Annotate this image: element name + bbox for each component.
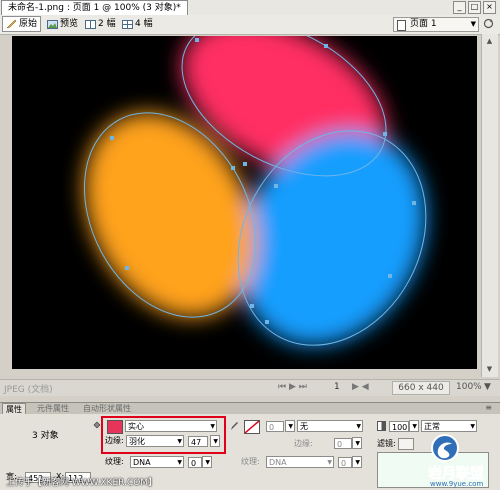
stroke-type-value: 无 bbox=[300, 422, 308, 431]
pencil-icon bbox=[6, 19, 17, 28]
stroke-edge-label: 边缘: bbox=[294, 439, 313, 448]
opacity-icon bbox=[377, 421, 386, 431]
zoom-level[interactable]: 100% bbox=[456, 382, 482, 392]
view-preview-label: 预览 bbox=[60, 19, 79, 29]
stroke-texture-value: DNA bbox=[269, 458, 287, 467]
watermark-logo-url: www.9yue.com bbox=[430, 480, 483, 488]
stroke-texture-select[interactable]: DNA ▼ bbox=[266, 456, 334, 468]
zoom-chevron-icon[interactable]: ▼ bbox=[484, 382, 491, 392]
page-icon bbox=[397, 20, 406, 31]
tab-properties-label: 属性 bbox=[6, 405, 22, 414]
maximize-button[interactable]: □ bbox=[468, 1, 481, 14]
fill-bucket-icon bbox=[93, 421, 101, 429]
texture-label: 纹理: bbox=[105, 457, 124, 466]
no-stroke-icon bbox=[245, 421, 259, 433]
view-original-label: 原始 bbox=[19, 19, 38, 29]
texture-select[interactable]: DNA ▼ bbox=[130, 456, 184, 468]
playback-controls[interactable]: ⏮ ▶ ⏭ bbox=[278, 382, 307, 392]
view-4up-button[interactable]: 4 幅 bbox=[119, 17, 156, 31]
texture-amount-field[interactable]: 0 bbox=[188, 457, 202, 468]
add-filter-button[interactable] bbox=[398, 438, 414, 450]
refresh-icon[interactable] bbox=[483, 18, 494, 29]
title-bar: 未命名-1.png : 页面 1 @ 100% (3 对象)* _ □ × bbox=[0, 0, 500, 16]
stroke-texture-amount-button[interactable]: ▼ bbox=[352, 456, 362, 468]
document-tab[interactable]: 未命名-1.png : 页面 1 @ 100% (3 对象)* bbox=[1, 0, 188, 16]
panel-menu-icon[interactable]: ≡ bbox=[485, 403, 492, 412]
opacity-field[interactable]: 100 bbox=[389, 421, 409, 432]
stroke-texture-amount-field[interactable]: 0 bbox=[338, 457, 352, 468]
view-2up-button[interactable]: 2 幅 bbox=[82, 17, 119, 31]
view-original-button[interactable]: 原始 bbox=[2, 16, 42, 32]
scroll-up-icon[interactable]: ▲ bbox=[484, 36, 495, 47]
preview-icon bbox=[47, 19, 58, 29]
blend-mode-value: 正常 bbox=[424, 422, 440, 431]
export-format-label: JPEG (文档) bbox=[4, 385, 53, 395]
vertical-scrollbar[interactable]: ▲ ▼ bbox=[481, 34, 498, 377]
stroke-edge-button[interactable]: ▼ bbox=[352, 437, 362, 449]
opacity-button[interactable]: ▼ bbox=[409, 420, 419, 432]
artwork bbox=[83, 36, 427, 346]
blend-mode-select[interactable]: 正常 ▼ bbox=[421, 420, 477, 432]
filters-label: 滤镜: bbox=[377, 439, 396, 448]
two-up-icon bbox=[85, 19, 96, 29]
texture-amount-button[interactable]: ▼ bbox=[202, 456, 212, 468]
stroke-color-swatch[interactable] bbox=[244, 420, 260, 434]
minimize-button[interactable]: _ bbox=[453, 1, 466, 14]
status-bar: JPEG (文档) ⏮ ▶ ⏭ 1 ▶ ◀ 660 x 440 100% ▼ bbox=[0, 379, 500, 396]
stroke-pencil-icon bbox=[231, 422, 238, 430]
document-canvas[interactable] bbox=[12, 36, 477, 369]
watermark-logo: 岩月联盟 www.9yue.com bbox=[427, 434, 484, 488]
page-nav[interactable]: ▶ ◀ bbox=[352, 382, 369, 392]
chevron-down-icon: ▼ bbox=[470, 20, 476, 28]
texture-value: DNA bbox=[133, 458, 151, 467]
view-preview-button[interactable]: 预览 bbox=[44, 17, 81, 31]
object-count: 3 对象 bbox=[32, 431, 59, 441]
stroke-type-select[interactable]: 无 ▼ bbox=[297, 420, 363, 432]
window-controls: _ □ × bbox=[453, 1, 496, 14]
highlight-annotation bbox=[101, 416, 226, 454]
stroke-size-field[interactable]: 0 bbox=[266, 421, 284, 432]
page-number: 1 bbox=[334, 382, 340, 392]
stroke-texture-label: 纹理: bbox=[241, 457, 260, 466]
scroll-down-icon[interactable]: ▼ bbox=[484, 364, 495, 375]
page-select-value: 页面 1 bbox=[410, 19, 437, 29]
view-4up-label: 4 幅 bbox=[135, 19, 153, 29]
view-toolbar: 原始 预览 2 幅 4 幅 页面 1 ▼ bbox=[0, 15, 500, 35]
stroke-size-button[interactable]: ▼ bbox=[285, 420, 295, 432]
watermark-text: 上传于【新客网 WWW.XKER.COM】 bbox=[6, 478, 158, 488]
view-2up-label: 2 幅 bbox=[98, 19, 116, 29]
four-up-icon bbox=[122, 19, 133, 29]
page-select[interactable]: 页面 1 ▼ bbox=[393, 17, 479, 32]
stroke-edge-field[interactable]: 0 bbox=[334, 438, 352, 449]
canvas-size-display: 660 x 440 bbox=[392, 381, 450, 395]
close-button[interactable]: × bbox=[483, 1, 496, 14]
